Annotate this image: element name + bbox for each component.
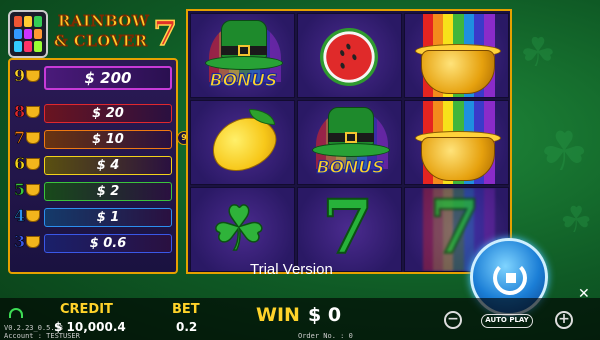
reel-cell-bonus: BONUS <box>297 100 402 185</box>
clover-icon: ☘ <box>210 192 267 265</box>
seed <box>339 62 346 70</box>
reel-grid: BONUS ☘ BONUS 7 7 <box>186 9 512 274</box>
clover-background-icon: ☘ <box>560 200 593 241</box>
hat-buckle-icon <box>345 132 357 143</box>
bet-label: BET <box>172 302 200 317</box>
order-text: Order No. : 0 <box>298 332 353 340</box>
reel-cell-lemon <box>190 100 295 185</box>
paytable-count: 9 <box>14 66 26 86</box>
hat-buckle-icon <box>238 45 250 56</box>
game-menu-icon[interactable] <box>8 10 48 58</box>
paytable-row: 3 $ 0.6 <box>14 232 172 254</box>
seed <box>351 53 358 61</box>
paytable-row: 6 $ 4 <box>14 154 172 176</box>
paytable-count: 3 <box>14 232 26 252</box>
pot-icon <box>26 210 40 222</box>
paytable-prize: $ 2 <box>44 182 172 201</box>
hat-brim <box>312 143 390 157</box>
seven-icon: 7 <box>321 187 374 271</box>
increase-bet-button[interactable]: + <box>555 311 573 329</box>
paytable-count: 8 <box>14 102 26 122</box>
clover-background-icon: ☘ <box>520 30 556 76</box>
seed <box>345 43 352 51</box>
paytable-prize: $ 1 <box>44 208 172 227</box>
win-label: WIN <box>256 304 300 326</box>
bet-value: 0.2 <box>176 320 198 334</box>
credit-value: $ 10,000.4 <box>54 320 126 334</box>
bonus-label: BONUS <box>316 157 385 178</box>
pot-icon <box>26 132 40 144</box>
paytable-prize: $ 10 <box>44 130 172 149</box>
paytable-prize: $ 0.6 <box>44 234 172 253</box>
reel-cell-bonus: BONUS <box>190 13 295 98</box>
pot-of-gold-icon <box>421 50 495 94</box>
autoplay-button[interactable]: AUTO PLAY <box>481 314 533 328</box>
paytable-prize: $ 200 <box>44 66 172 90</box>
bonus-label: BONUS <box>209 70 278 91</box>
seven-icon: 7 <box>428 187 481 271</box>
watermelon-icon <box>311 19 387 95</box>
credit-label: CREDIT <box>60 302 113 317</box>
pot-icon <box>26 70 40 82</box>
paytable-count: 4 <box>14 206 26 226</box>
reel-cell-watermelon <box>297 13 402 98</box>
paytable-prize: $ 20 <box>44 104 172 123</box>
paytable-row: 7 $ 10 <box>14 128 172 150</box>
paytable-count: 5 <box>14 180 26 200</box>
paytable-count: 7 <box>14 128 26 148</box>
pot-icon <box>26 158 40 170</box>
reel-cell-seven: 7 <box>297 187 402 272</box>
trial-version-label: Trial Version <box>250 261 333 278</box>
pot-icon <box>26 236 40 248</box>
logo-seven: 7 <box>153 13 178 55</box>
pot-of-gold-icon <box>421 137 495 181</box>
logo-line2: & CLOVER <box>54 32 148 51</box>
stop-square-icon <box>506 273 516 283</box>
clover-background-icon: ☘ <box>540 120 589 183</box>
paytable-count: 6 <box>14 154 26 174</box>
paytable-row: 4 $ 1 <box>14 206 172 228</box>
logo-line1: RAINBOW <box>57 12 150 31</box>
hat-brim <box>205 56 283 70</box>
reel-cell-clover: ☘ <box>190 187 295 272</box>
paytable-prize: $ 4 <box>44 156 172 175</box>
decrease-bet-button[interactable]: − <box>444 311 462 329</box>
paytable: 9 $ 200 8 $ 20 7 $ 10 6 $ 4 5 $ 2 4 $ 1 … <box>8 58 178 274</box>
reel-cell-pot <box>404 100 509 185</box>
wifi-icon <box>9 308 23 318</box>
win-value: $ 0 <box>308 304 342 326</box>
pot-icon <box>26 106 40 118</box>
paytable-row: 8 $ 20 <box>14 102 172 124</box>
reel-cell-pot <box>404 13 509 98</box>
seed <box>339 49 346 57</box>
paytable-row: 5 $ 2 <box>14 180 172 202</box>
paytable-row: 9 $ 200 <box>14 66 172 90</box>
pot-icon <box>26 184 40 196</box>
game-logo: RAINBOW & CLOVER 7 <box>54 10 179 62</box>
